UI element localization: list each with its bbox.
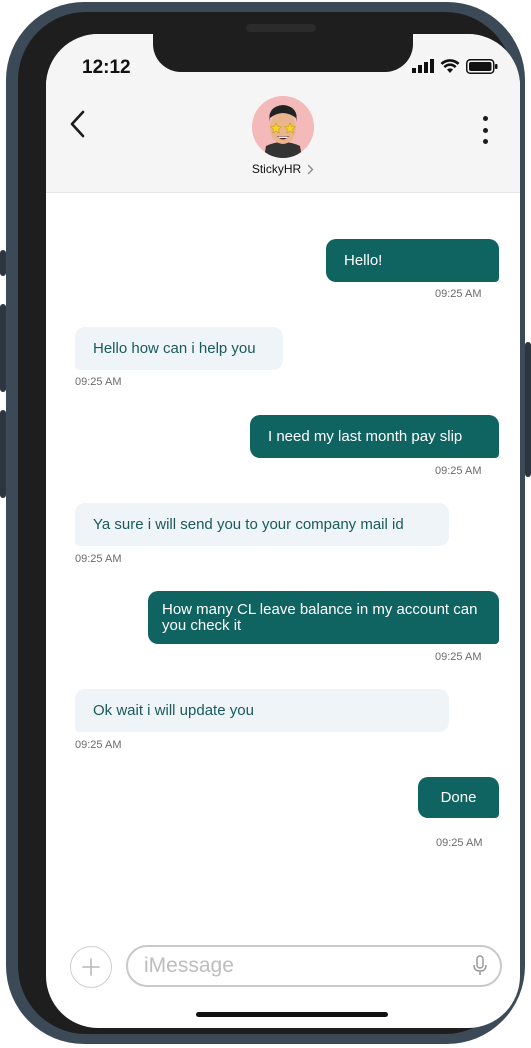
message-bubble-outgoing[interactable]: Done: [418, 777, 499, 818]
more-vertical-icon: [482, 116, 488, 121]
add-attachment-button[interactable]: [70, 946, 112, 988]
message-timestamp: 09:25 AM: [435, 465, 482, 477]
status-time: 12:12: [82, 57, 131, 78]
message-bubble-outgoing[interactable]: I need my last month pay slip: [250, 415, 499, 458]
home-indicator[interactable]: [196, 1012, 388, 1017]
status-icons: [412, 56, 498, 76]
message-bubble-outgoing[interactable]: Hello!: [326, 239, 499, 282]
message-timestamp: 09:25 AM: [75, 739, 122, 751]
message-timestamp: 09:25 AM: [75, 553, 122, 565]
message-text: Done: [440, 788, 477, 806]
notch: [153, 34, 413, 72]
message-timestamp: 09:25 AM: [436, 837, 483, 849]
back-button[interactable]: [62, 106, 92, 142]
message-input[interactable]: iMessage: [126, 945, 502, 987]
message-bubble-incoming[interactable]: Hello how can i help you: [75, 327, 283, 370]
battery-icon: [466, 58, 498, 74]
more-options-button[interactable]: [478, 116, 492, 144]
message-text: How many CL leave balance in my account …: [162, 600, 478, 634]
message-bubble-incoming[interactable]: Ok wait i will update you: [75, 689, 449, 732]
microphone-icon[interactable]: [472, 955, 488, 977]
plus-icon: [82, 958, 100, 976]
phone-frame: 12:12 StickyHR Hello! 09:25 AM Hello how…: [0, 2, 531, 1044]
volume-down-button: [0, 410, 6, 498]
back-chevron-icon: [70, 110, 85, 138]
message-input-placeholder: iMessage: [144, 954, 234, 977]
message-bubble-outgoing[interactable]: How many CL leave balance in my account …: [148, 591, 499, 644]
message-text: I need my last month pay slip: [268, 427, 463, 445]
contact-name: StickyHR: [251, 162, 302, 176]
silent-switch: [0, 250, 6, 276]
message-text: Ya sure i will send you to your company …: [93, 515, 404, 533]
contact-name-row[interactable]: StickyHR: [46, 162, 520, 176]
message-text: Ok wait i will update you: [93, 701, 254, 719]
signal-icon: [412, 59, 434, 73]
chat-header: 12:12 StickyHR: [46, 34, 520, 193]
contact-chevron-icon: [307, 164, 314, 174]
message-text: Hello how can i help you: [93, 339, 256, 357]
message-timestamp: 09:25 AM: [435, 288, 482, 300]
message-timestamp: 09:25 AM: [75, 376, 122, 388]
speaker: [246, 24, 316, 32]
message-bubble-incoming[interactable]: Ya sure i will send you to your company …: [75, 503, 449, 546]
screen: 12:12 StickyHR Hello! 09:25 AM Hello how…: [46, 34, 520, 1028]
wifi-icon: [440, 58, 460, 73]
phone-bezel: 12:12 StickyHR Hello! 09:25 AM Hello how…: [18, 12, 520, 1034]
memoji-avatar-image: [252, 96, 314, 158]
message-timestamp: 09:25 AM: [435, 651, 482, 663]
avatar[interactable]: [252, 96, 314, 158]
message-text: Hello!: [344, 251, 383, 269]
volume-up-button: [0, 304, 6, 392]
power-button: [525, 342, 531, 477]
